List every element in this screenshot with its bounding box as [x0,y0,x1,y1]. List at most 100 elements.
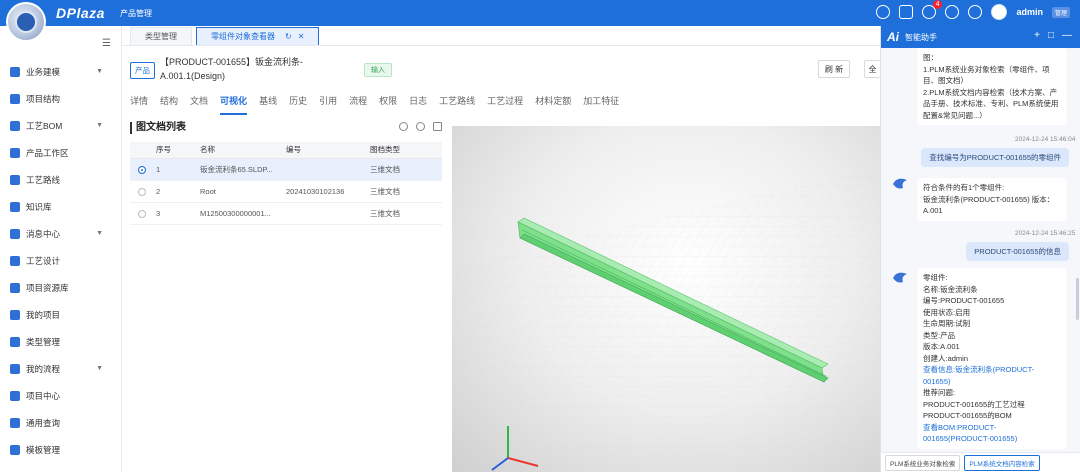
ground-grid [452,166,880,472]
chevron-down-icon: ▼ [96,230,103,237]
bot-message: 零组件: 名称:钣金流利条 编号:PRODUCT-001655 使用状态:启用 生命周期… [917,268,1067,449]
subtab[interactable]: 权限 [379,94,397,115]
sidebar-item[interactable]: 工艺设计 [0,247,121,274]
col-select [130,142,156,159]
sidebar-item-label: 通用查询 [26,417,61,428]
chat-scrollbar[interactable] [1076,278,1079,320]
sidebar-item[interactable]: 业务建模 ▼ [0,58,121,85]
sidebar-item[interactable]: 模板管理 [0,436,121,463]
col-header: 序号 [156,142,200,159]
sidebar-item[interactable]: 项目结构 [0,85,121,112]
bot-avatar-icon [893,272,907,283]
expand-icon[interactable]: □ [1048,30,1054,41]
message-line: 2.PLM系统文档内容检索（技术方案、产品手册、技术标准、专利、PLM系统使用配… [923,87,1059,120]
row-radio[interactable] [138,187,146,196]
new-chat-icon[interactable]: + [1034,30,1040,41]
bom-link[interactable]: 查看BOM:PRODUCT-001655(PRODUCT-001655) [923,422,1061,445]
subtab[interactable]: 工艺路线 [439,94,475,115]
menu-icon [10,93,20,104]
subtab[interactable]: 材料定额 [535,94,571,115]
sidebar-item[interactable]: 工艺路线 [0,166,121,193]
menu-icon [10,66,20,77]
tab-label: 类型管理 [145,32,177,41]
ai-header: Ai 智能助手 + □ — [881,26,1080,48]
doc-search-chip[interactable]: PLM系统文档内容检索 [964,454,1040,471]
object-info-link[interactable]: 查看信息:钣金流利条(PRODUCT-001655) [923,364,1061,387]
table-row[interactable]: 3 M12500300000001... 三维文档 [130,202,442,225]
app-logo[interactable] [6,2,46,42]
export-icon[interactable] [433,122,442,131]
close-tab-icon[interactable]: ✕ [298,32,305,41]
minimize-icon[interactable]: — [1062,30,1072,41]
sidebar-item[interactable]: 工艺BOM ▼ [0,112,121,139]
settings-icon[interactable] [416,122,425,131]
help-icon[interactable] [968,5,983,19]
sidebar-item[interactable]: 产品工作区 [0,139,121,166]
sidebar-item[interactable]: 知识库 [0,193,121,220]
subtab[interactable]: 日志 [409,94,427,115]
sidebar-item[interactable]: 通用查询 [0,409,121,436]
row-radio[interactable] [138,209,146,218]
user-message: 查找编号为PRODUCT-001655的零组件 [921,148,1069,167]
message-line: 名称:钣金流利条 [923,284,978,294]
refresh-button[interactable]: 刷 新 [818,60,850,78]
sidebar-item[interactable]: 消息中心 ▼ [0,220,121,247]
message-icon[interactable] [899,5,914,19]
subtab[interactable]: 流程 [349,94,367,115]
col-header: 名称 [200,142,286,159]
sidebar-item[interactable]: 类型管理 [0,328,121,355]
subtab[interactable]: 详情 [130,94,148,115]
brand-name: DPlaza [56,5,105,21]
avatar[interactable] [991,4,1008,20]
sidebar-item-label: 消息中心 [26,228,61,239]
ai-assistant-panel: Ai 智能助手 + □ — 图： 1.PLM系统业务对象检索（零组件、项目、图文档… [880,26,1080,472]
subtab[interactable]: 可视化 [220,94,248,115]
subtab[interactable]: 历史 [289,94,307,115]
cloud-download-icon[interactable] [945,5,960,19]
sidebar-item[interactable]: 项目中心 [0,382,121,409]
cell-no: 1 [156,158,200,181]
sidebar: ☰ 业务建模 ▼ 项目结构 工艺BOM ▼ 产品工作区 工艺路线 知识库 消息中心 ▼ 工艺设计 项目… [0,26,122,472]
3d-model-canvas[interactable] [452,126,880,472]
sidebar-item[interactable]: 我的流程 ▼ [0,355,121,382]
table-row[interactable]: 1 钣金流利条65.SLDP... 三维文档 [130,158,442,181]
message-line: 1.PLM系统业务对象检索（零组件、项目、图文档） [923,64,1050,86]
tab-type-management[interactable]: 类型管理 [130,27,192,45]
globe-icon[interactable] [876,5,891,19]
message-line: 图： [923,53,938,62]
message-line: 符合条件的有1个零组件: [923,183,1005,192]
menu-icon [10,120,20,131]
subtab[interactable]: 基线 [259,94,277,115]
3d-viewer[interactable] [452,126,880,472]
message-line: 编号:PRODUCT-001655 [923,296,1005,305]
more-button[interactable]: 全 [864,60,880,78]
username[interactable]: admin [1016,7,1043,17]
menu-icon [10,309,20,320]
subtab[interactable]: 结构 [160,94,178,115]
subtab[interactable]: 工艺过程 [487,94,523,115]
table-row[interactable]: 2 Root 20241030102136 三维文档 [130,180,442,203]
collapse-sidebar-icon[interactable]: ☰ [102,38,111,49]
menu-icon [10,174,20,185]
subtab[interactable]: 加工特征 [583,94,619,115]
sidebar-item[interactable]: 我的项目 [0,301,121,328]
tab-part-viewer[interactable]: 零组件对象查看器 ↻ ✕ [196,27,320,45]
object-subtabs: 详情 结构 文档 可视化 基线 历史 引用 流程 权限 日志 工艺路线 工艺过程 材料定额 加工特征 [130,94,631,115]
object-search-chip[interactable]: PLM系统业务对象检索 [885,454,961,471]
menu-icon [10,228,20,239]
cell-name: 钣金流利条65.SLDP... [200,158,286,181]
refresh-icon[interactable] [399,122,408,131]
chat-body: 图： 1.PLM系统业务对象检索（零组件、项目、图文档） 2.PLM系统文档内容检索… [881,48,1080,452]
sidebar-item-label: 我的项目 [26,309,61,320]
subtab[interactable]: 文档 [190,94,208,115]
message-line: PRODUCT-001655的BOM [923,411,1012,420]
refresh-tab-icon[interactable]: ↻ [285,32,292,41]
section-title: 图文档列表 [130,122,442,134]
row-radio[interactable] [138,165,146,174]
document-list-section: 图文档列表 序号 名称 编号 图档类型 1 钣金流利条65.SLDP... 三维文档… [130,122,442,225]
ai-quick-actions: PLM系统业务对象检索 PLM系统文档内容检索 [881,452,1080,472]
subtab[interactable]: 引用 [319,94,337,115]
bot-message: 符合条件的有1个零组件: 钣金流利条(PRODUCT-001655) 版本：A.… [917,178,1067,221]
notification-bell[interactable]: 4 [922,0,943,19]
sidebar-item[interactable]: 项目资源库 [0,274,121,301]
